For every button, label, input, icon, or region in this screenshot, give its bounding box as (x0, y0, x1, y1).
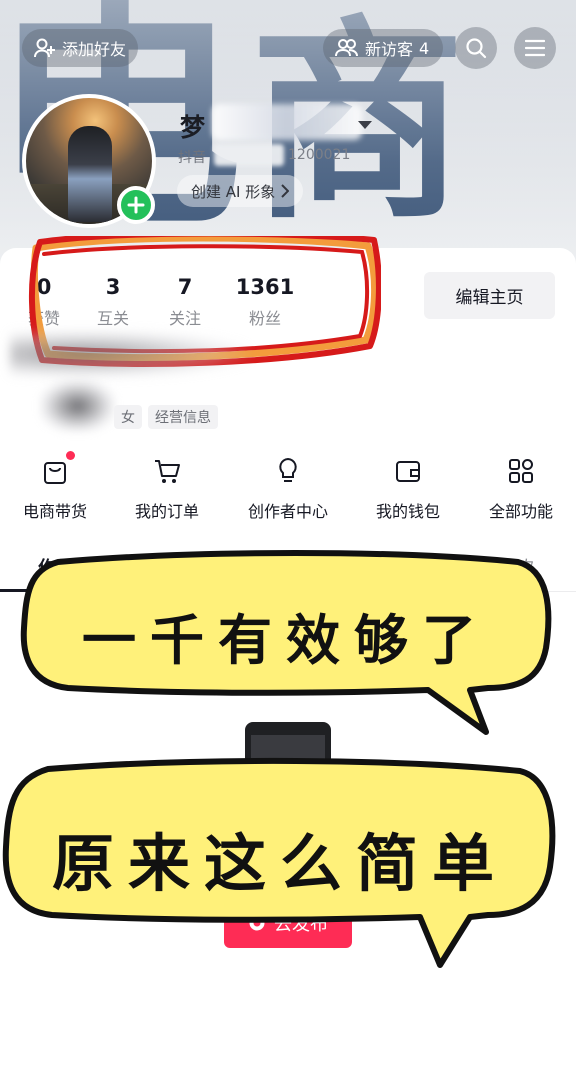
business-info-tag[interactable]: 经营信息 (148, 405, 218, 429)
new-visitors-label: 新访客 (365, 40, 414, 59)
sticker-text-1: 一千有效够了 (82, 609, 490, 672)
quick-action-all-label: 全部功能 (488, 502, 553, 521)
shopping-bag-icon (44, 462, 66, 484)
plus-icon (127, 196, 145, 214)
bio-blur-2 (40, 380, 115, 432)
create-ai-button[interactable]: 创建 AI 形象 (177, 175, 304, 207)
chevron-down-icon[interactable] (358, 121, 372, 129)
cart-icon (155, 460, 180, 483)
quick-action-orders-label: 我的订单 (134, 502, 199, 521)
chevron-right-icon (281, 184, 290, 198)
douyin-id-tail: 1200021 (288, 147, 351, 163)
add-avatar-button[interactable] (117, 186, 155, 224)
add-user-icon (34, 38, 55, 58)
people-icon (335, 39, 358, 57)
quick-action-creator-label: 创作者中心 (247, 502, 328, 521)
quick-action-wallet-label: 我的钱包 (375, 502, 440, 521)
lightbulb-icon (279, 457, 297, 482)
quick-action-all[interactable]: 全部功能 (461, 456, 576, 522)
nickname-blur (212, 104, 362, 140)
menu-button[interactable] (514, 27, 556, 69)
quick-action-ecommerce-label: 电商带货 (22, 502, 87, 521)
douyin-id-label: 抖音 (178, 150, 206, 166)
quick-action-wallet[interactable]: 我的钱包 (348, 456, 468, 522)
douyin-id-blur (214, 144, 284, 166)
nickname: 梦 (180, 113, 206, 142)
bio-blur (10, 330, 250, 378)
sticker-text-2: 原来这么简单 (51, 827, 508, 900)
search-icon (466, 38, 487, 59)
sticker-bubble-1: 一千有效够了 (18, 548, 554, 738)
create-ai-label: 创建 AI 形象 (191, 182, 276, 201)
gender-tag: 女 (114, 405, 142, 429)
grid-icon (509, 459, 533, 483)
menu-icon (525, 39, 545, 57)
notification-dot (66, 451, 75, 460)
new-visitors-count: 4 (419, 38, 430, 58)
new-visitors-button[interactable]: 新访客 4 (323, 29, 444, 67)
quick-action-ecommerce[interactable]: 电商带货 (0, 456, 115, 522)
add-friend-button[interactable]: 添加好友 (22, 29, 139, 67)
quick-action-orders[interactable]: 我的订单 (107, 456, 227, 522)
add-friend-label: 添加好友 (62, 40, 127, 59)
quick-action-creator[interactable]: 创作者中心 (228, 456, 348, 522)
avatar-figure (68, 126, 112, 222)
search-button[interactable] (455, 27, 497, 69)
wallet-icon (396, 461, 420, 482)
profile-screen: 电 商 添加好友 新访客 4 (0, 0, 576, 1087)
edit-profile-button[interactable]: 编辑主页 (424, 272, 555, 319)
sticker-bubble-2: 原来这么简单 (0, 755, 560, 970)
